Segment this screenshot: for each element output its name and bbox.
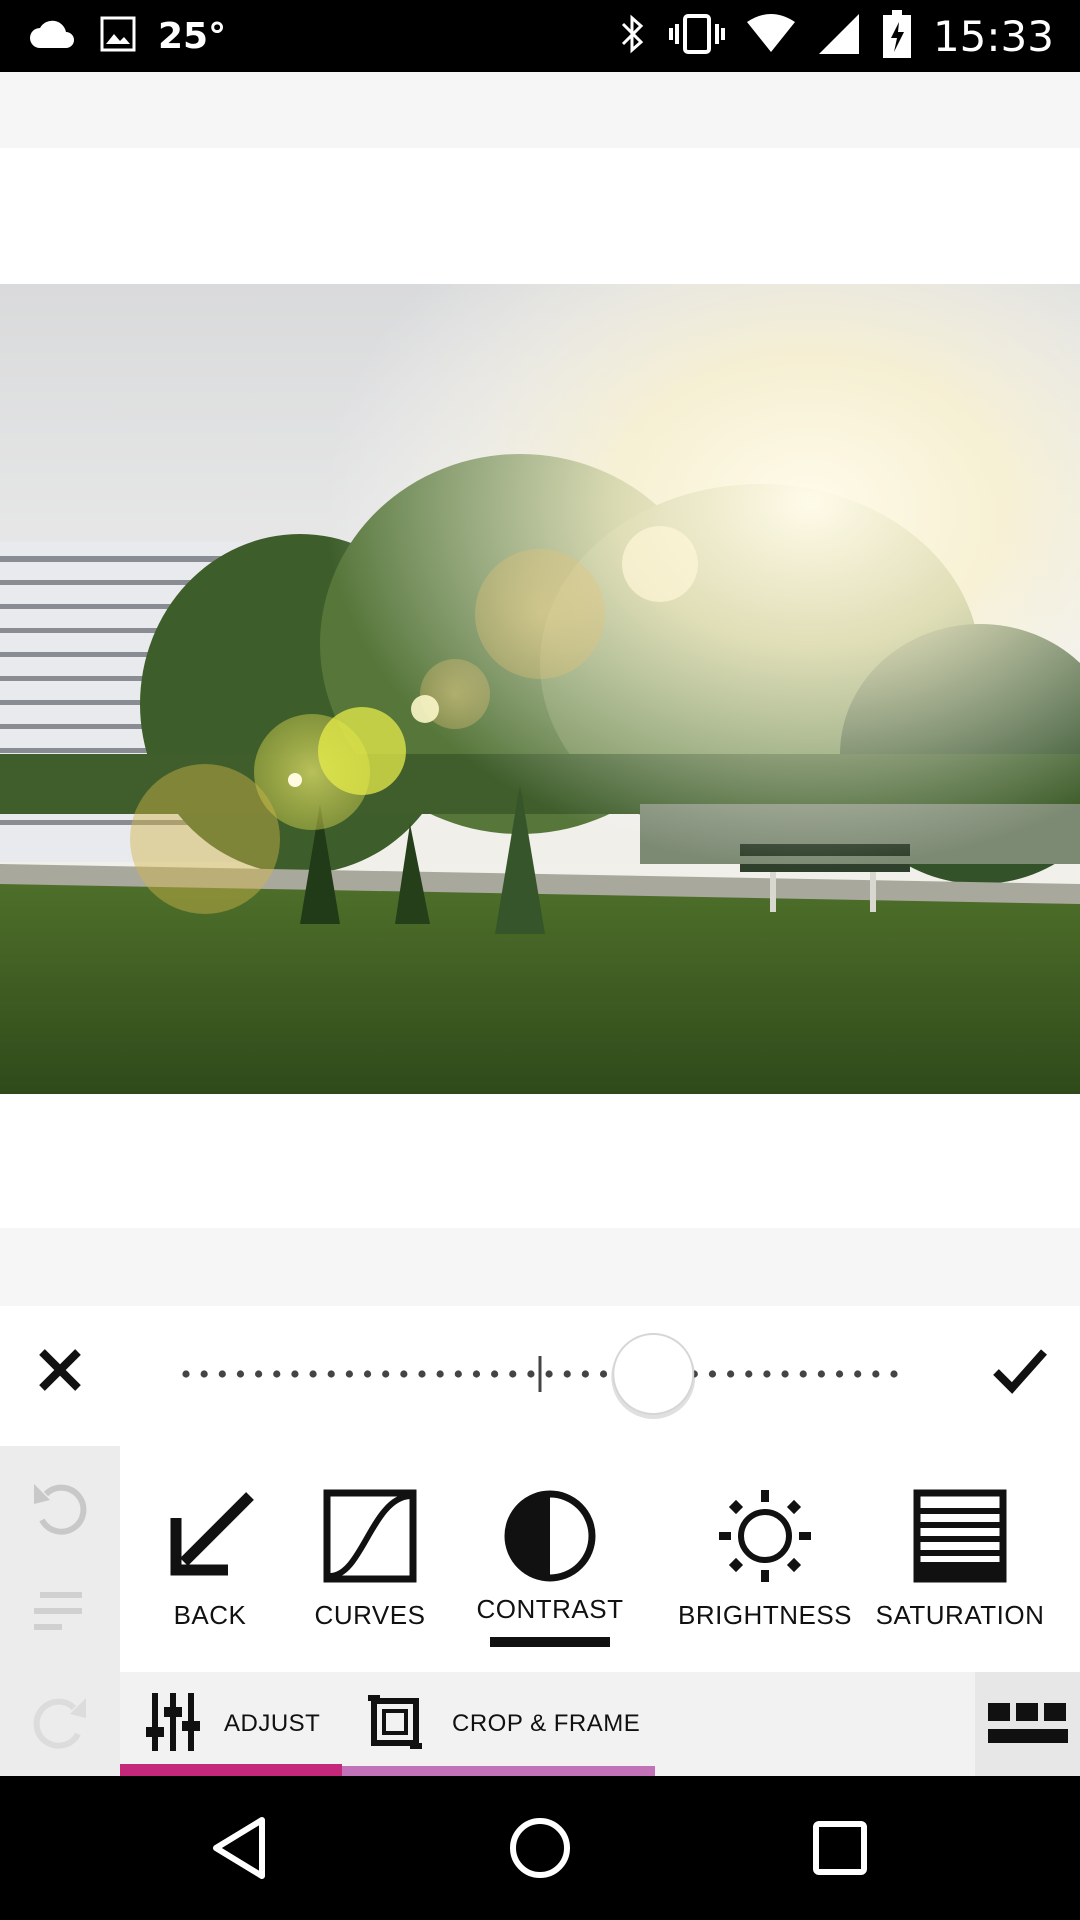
undo-button[interactable] (24, 1470, 96, 1542)
canvas-margin-bottom (0, 1228, 1080, 1306)
slider-tick (436, 1370, 444, 1378)
history-list-icon (34, 1592, 82, 1630)
tool-label: CONTRAST (476, 1594, 624, 1624)
tool-brightness[interactable]: BRIGHTNESS (670, 1446, 860, 1672)
grid-icon (987, 1703, 1068, 1743)
slider-tick (545, 1370, 553, 1378)
slider-tick (182, 1370, 190, 1378)
vibrate-icon (668, 12, 725, 61)
tools-grid-button[interactable] (975, 1672, 1080, 1776)
status-bar: 25° 15:33 (0, 0, 1080, 72)
nav-home-button[interactable] (504, 1812, 576, 1884)
slider-tick (309, 1370, 317, 1378)
tab-label: CROP & FRAME (452, 1710, 641, 1737)
crop-frame-icon (368, 1694, 422, 1754)
tool-saturation[interactable]: SATURATION (865, 1446, 1055, 1672)
nav-back-button[interactable] (204, 1812, 276, 1884)
slider-tick (890, 1370, 898, 1378)
clock: 15:33 (932, 11, 1054, 61)
slider-tick (817, 1370, 825, 1378)
check-icon (993, 1349, 1047, 1394)
image-icon (100, 16, 136, 57)
brightness-icon (715, 1486, 815, 1586)
active-tab-indicator (120, 1764, 342, 1776)
saturation-icon (910, 1486, 1010, 1586)
tool-label: CURVES (314, 1600, 426, 1630)
slider-tick (491, 1370, 499, 1378)
apply-button[interactable] (984, 1334, 1056, 1406)
slider-tick (799, 1370, 807, 1378)
slider-tick (345, 1370, 353, 1378)
slider-tick (509, 1370, 517, 1378)
tool-back[interactable]: BACK (140, 1446, 280, 1672)
slider-knob[interactable] (612, 1333, 695, 1415)
slider-tick (400, 1370, 408, 1378)
slider-tick (363, 1370, 372, 1378)
slider-tick (472, 1370, 481, 1378)
slider-tick (418, 1370, 426, 1378)
slider-tick (872, 1370, 880, 1378)
close-icon (39, 1349, 81, 1391)
slider-tick (781, 1370, 789, 1378)
slider-tick (291, 1370, 299, 1378)
tool-curves[interactable]: CURVES (300, 1446, 440, 1672)
tab-indicator (342, 1766, 655, 1776)
signal-icon (817, 12, 861, 61)
slider-tick (200, 1370, 208, 1378)
slider-tick (599, 1370, 608, 1378)
slider-tick (255, 1370, 263, 1378)
slider-tick (835, 1370, 844, 1378)
curves-icon (320, 1486, 420, 1586)
battery-charging-icon (882, 9, 911, 63)
tool-strip: BACK CURVES CONTRAST BRIGHTNESS SATURATI… (120, 1446, 1080, 1672)
bluetooth-icon (619, 12, 647, 61)
slider-tick (581, 1370, 589, 1378)
contrast-icon (500, 1486, 600, 1586)
redo-icon (33, 1698, 86, 1749)
tool-label: BRIGHTNESS (677, 1600, 853, 1630)
nav-recents-icon (813, 1821, 867, 1875)
tab-label: ADJUST (224, 1710, 321, 1737)
tool-label: BACK (173, 1600, 247, 1630)
cloud-icon (28, 18, 78, 55)
slider-tick (527, 1370, 535, 1378)
slider-center-mark (538, 1356, 542, 1392)
sliders-icon (146, 1692, 200, 1756)
wifi-icon (746, 13, 795, 59)
slider-tick (236, 1370, 245, 1378)
nav-recents-button[interactable] (804, 1812, 876, 1884)
slider-tick (854, 1370, 862, 1378)
category-tabs: ADJUST CROP & FRAME (120, 1672, 975, 1776)
tab-crop-frame[interactable]: CROP & FRAME (342, 1672, 655, 1776)
canvas-margin-top (0, 72, 1080, 148)
active-tool-indicator (490, 1637, 610, 1647)
tab-adjust[interactable]: ADJUST (120, 1672, 342, 1776)
slider-tick (563, 1370, 571, 1378)
photo-preview[interactable] (0, 284, 1080, 1094)
tool-contrast[interactable]: CONTRAST (465, 1446, 635, 1672)
tool-label: SATURATION (875, 1600, 1045, 1630)
nav-back-icon (213, 1817, 265, 1879)
slider-tick (708, 1370, 717, 1378)
slider-tick (763, 1370, 771, 1378)
history-rail (0, 1446, 120, 1776)
slider-tick (273, 1370, 281, 1378)
slider-tick (327, 1370, 335, 1378)
nav-home-icon (510, 1818, 570, 1878)
back-arrow-icon (160, 1486, 260, 1586)
slider-tick (454, 1370, 462, 1378)
slider-tick (727, 1370, 735, 1378)
undo-icon (34, 1484, 87, 1535)
temperature: 25° (158, 15, 227, 57)
system-navigation-bar (0, 1776, 1080, 1920)
redo-button[interactable] (24, 1684, 96, 1756)
history-list-button[interactable] (24, 1576, 96, 1648)
adjust-slider-row (0, 1306, 1080, 1446)
slider-tick (382, 1370, 390, 1378)
slider-tick (218, 1370, 226, 1378)
cancel-button[interactable] (24, 1334, 96, 1406)
slider-tick (745, 1370, 753, 1378)
contrast-slider[interactable] (180, 1306, 900, 1446)
